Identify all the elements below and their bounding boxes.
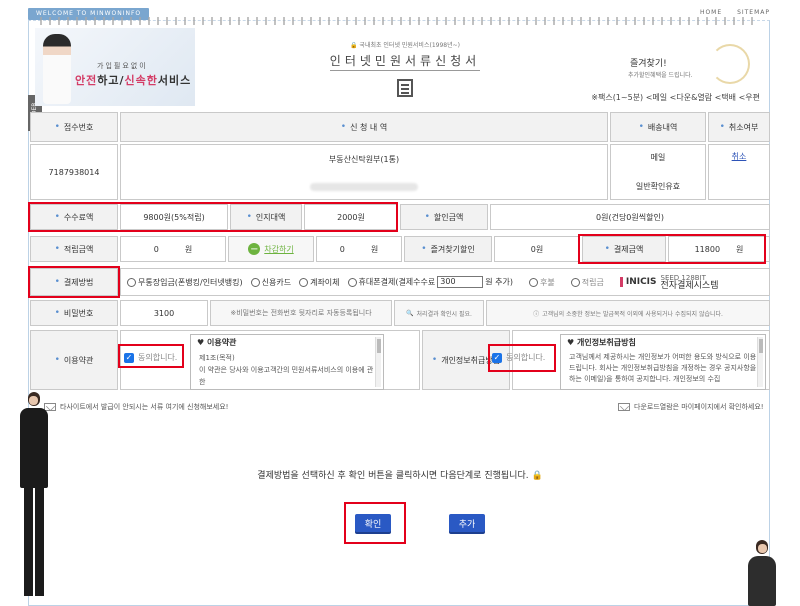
terms-scrollbar[interactable]: [375, 337, 381, 387]
col-receipt-no: • 접수번호: [30, 112, 118, 142]
order-item: 부동산신탁원부(1통): [328, 154, 400, 164]
header: 가입필요없이 안전하고/신속한서비스 🔒 국내최초 인터넷 민원서비스(1998…: [30, 24, 770, 106]
man-illustration: [14, 392, 54, 606]
brand-slogan: 안전하고/신속한서비스: [75, 74, 192, 87]
document-icon: [397, 79, 413, 97]
right-note[interactable]: 다운로드열람은 마이페이지에서 확인하세요!: [618, 402, 764, 412]
highlight-payment-label: [28, 266, 120, 298]
password-label: • 비밀번호: [30, 300, 118, 326]
fav-discount-value: 0원: [494, 236, 580, 262]
highlight-total-box: [578, 234, 766, 264]
inicis-logo: INICIS: [619, 277, 657, 287]
discount-value: 0원(건당0원씩할인): [490, 204, 770, 230]
lock-icon: 🔒: [531, 471, 543, 481]
payment-option-transfer[interactable]: 계좌이체: [299, 277, 340, 288]
minus-icon: −: [248, 243, 261, 255]
page-title: 인터넷민원서류신청서: [329, 52, 481, 71]
highlight-privacy-agree: [488, 344, 556, 372]
home-link[interactable]: HOME: [700, 9, 722, 16]
payment-option-mobile[interactable]: 휴대폰결제(결제수수료 300 원 추가): [347, 276, 513, 288]
radio-icon: [529, 277, 539, 287]
payment-option-deferred[interactable]: 후불: [529, 277, 555, 288]
terms-label: • 이용약관: [30, 330, 118, 390]
order-details: 부동산신탁원부(1통): [120, 144, 608, 200]
highlight-confirm: [344, 502, 406, 544]
delivery-method: 메일: [650, 153, 666, 162]
mobile-fee-input[interactable]: 300: [437, 276, 484, 288]
highlight-fee-box: [28, 202, 398, 232]
radio-icon: [299, 277, 309, 287]
highlight-terms-agree: [118, 344, 184, 368]
delivery-type: 일반확인유효: [635, 182, 681, 191]
col-cancel: • 취소여부: [708, 112, 770, 142]
left-note[interactable]: 타사이트에서 발급이 안되시는 서류 여기에 신청해보세요!: [44, 402, 229, 412]
terms-scrollbox[interactable]: ♥ 이용약관 제1조(목적) 이 약관은 당사와 이용고객간의 민원서류서비스의 …: [190, 334, 384, 390]
order-row: 7187938014 부동산신탁원부(1통) 메일 일반확인유효 취소: [30, 144, 770, 200]
search-icon: 🔍: [406, 309, 414, 317]
info-icon: ⓘ: [533, 310, 540, 318]
payment-option-card[interactable]: 신용카드: [250, 277, 291, 288]
mail-icon: [618, 403, 630, 411]
inicis-badge: INICIS SEED 128BIT 전자결제시스템: [619, 274, 718, 291]
service-notice: 🔒 국내최초 인터넷 민원서비스(1998년~): [350, 42, 460, 49]
brand-subtitle: 가입필요없이: [97, 62, 148, 70]
password-value: 3100: [120, 300, 208, 326]
radio-icon: [347, 277, 357, 287]
lock-icon: 🔒: [350, 42, 358, 49]
privacy-note: ⓘ 고객님의 소중한 정보는 발급목적 이외에 사용되거나 수집되지 않습니다.: [486, 300, 770, 326]
points-value: 0원: [120, 236, 226, 262]
promo-title: 즐겨찾기!: [630, 59, 667, 69]
cancel-cell: 취소: [708, 144, 770, 200]
password-row: • 비밀번호 3100 ※비밀번호는 전화번호 뒷자리로 자동등록됩니다 🔍 처리결…: [30, 300, 770, 326]
delivery-info: 메일 일반확인유효: [610, 144, 706, 200]
points-label: • 적립금액: [30, 236, 118, 262]
radio-icon: [127, 277, 136, 287]
instruction-text: 결제방법을 선택하신 후 확인 버튼을 클릭하시면 다음단계로 진행됩니다. 🔒: [257, 471, 543, 481]
promo-subtitle: 추가할인혜택을 드립니다.: [628, 72, 693, 79]
col-delivery: • 배송내역: [610, 112, 706, 142]
radio-icon: [250, 277, 260, 287]
cancel-link[interactable]: 취소: [732, 151, 747, 162]
check-note: 🔍 처리결과 확인시 필요.: [394, 300, 484, 326]
discount-label: • 할인금액: [400, 204, 488, 230]
columns-header-row: • 접수번호 • 신 청 내 역 • 배송내역 • 취소여부: [30, 112, 770, 142]
deduct-value: 0원: [316, 236, 402, 262]
fav-discount-label: • 즐겨찾기할인: [404, 236, 492, 262]
delivery-speed-note: ※팩스(1~5분) <메일 <다운&열람 <택배 <우편: [591, 93, 760, 102]
payment-options: 무통장입금(폰뱅킹/인터넷뱅킹) 신용카드 계좌이체 휴대폰결제(결제수수료 30…: [120, 268, 770, 296]
payment-option-bank[interactable]: 무통장입금(폰뱅킹/인터넷뱅킹): [127, 277, 243, 288]
privacy-scrollbox[interactable]: ♥ 개인정보취급방침 고객님께서 제공하시는 개인정보가 어떠한 용도와 방식으…: [560, 334, 766, 390]
sitemap-link[interactable]: SITEMAP: [737, 9, 770, 16]
swirl-decoration-icon: [710, 44, 750, 84]
add-button[interactable]: 추가: [449, 514, 485, 532]
radio-icon: [570, 277, 580, 287]
col-details: • 신 청 내 역: [120, 112, 608, 142]
privacy-scrollbar[interactable]: [757, 337, 763, 387]
receipt-number: 7187938014: [30, 144, 118, 200]
payment-row: • 결제방법 무통장입금(폰뱅킹/인터넷뱅킹) 신용카드 계좌이체 휴대폰결제(결…: [30, 268, 770, 296]
favorite-promo[interactable]: 즐겨찾기! 추가할인혜택을 드립니다. ※팩스(1~5분) <메일 <다운&열람…: [590, 44, 760, 104]
blurred-address: [310, 182, 418, 191]
password-hint: ※비밀번호는 전화번호 뒷자리로 자동등록됩니다: [210, 300, 392, 326]
brand-person-image: [43, 34, 71, 104]
woman-illustration: [744, 540, 780, 606]
deduct-points-button[interactable]: − 차감하기: [228, 236, 314, 262]
top-links: HOME SITEMAP: [688, 9, 770, 16]
brand-banner: 가입필요없이 안전하고/신속한서비스: [35, 28, 195, 106]
form-title-block: 🔒 국내최초 인터넷 민원서비스(1998년~) 인터넷민원서류신청서: [320, 40, 490, 97]
payment-option-points[interactable]: 적립금: [570, 277, 604, 288]
